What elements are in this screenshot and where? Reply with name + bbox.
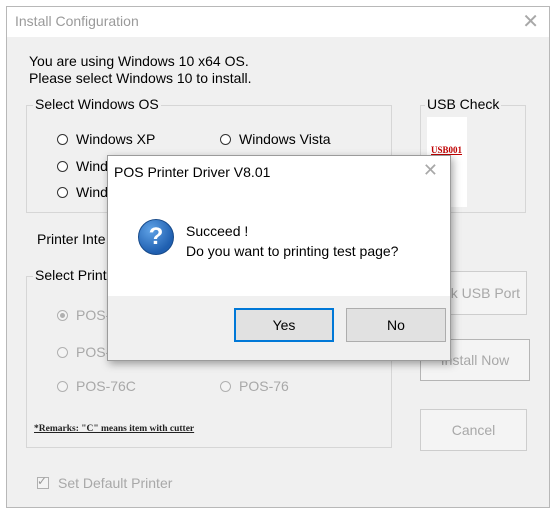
radio-windows-7[interactable]: Wind [57,158,108,174]
radio-label: POS-76 [239,378,289,394]
title-bar: Install Configuration ✕ [7,7,549,37]
radio-circle [57,380,68,392]
group-legend: USB Check [425,96,502,112]
set-default-printer-checkbox[interactable]: ✓ Set Default Printer [37,474,173,491]
radio-label: POS- [76,344,111,360]
cancel-button[interactable]: Cancel [420,409,527,451]
radio-circle [57,309,68,321]
radio-pos-76[interactable]: POS-76 [220,378,289,394]
dialog-message-title: Succeed ! [186,223,249,239]
radio-printer-1[interactable]: POS- [57,307,110,323]
window-title: Install Configuration [15,13,139,29]
radio-circle [220,133,231,145]
radio-circle [220,380,231,392]
radio-circle [57,346,68,358]
radio-circle [57,160,68,172]
radio-printer-2[interactable]: POS- [57,344,110,360]
dialog-title: POS Printer Driver V8.01 [114,164,271,180]
question-glyph: ? [148,223,164,250]
usb-port-item[interactable]: USB001 [431,145,462,155]
button-label: Cancel [451,422,496,438]
yes-button[interactable]: Yes [234,308,334,342]
checkbox-box: ✓ [37,474,49,489]
radio-label: Windows XP [76,131,156,147]
printer-interface-label: Printer Inte [37,231,106,247]
close-icon[interactable]: ✕ [522,9,539,33]
radio-label: Windows Vista [239,131,331,147]
group-legend: Select Windows OS [33,96,161,112]
dialog-close-icon[interactable]: ✕ [423,160,438,181]
button-label: k USB Port [450,285,520,301]
radio-circle [57,186,68,198]
radio-label: Wind [76,184,108,200]
radio-windows-xp[interactable]: Windows XP [57,131,155,147]
group-legend: Select Printe [33,267,117,283]
question-icon: ? [138,219,174,255]
remarks-note: *Remarks: "C" means item with cutter [34,424,195,434]
radio-windows-vista[interactable]: Windows Vista [220,131,331,147]
dialog-button-bar: Yes No [108,296,450,360]
button-label: Yes [272,317,296,333]
pos-printer-driver-dialog: POS Printer Driver V8.01 ✕ ? Succeed ! D… [107,155,451,361]
checkbox-label: Set Default Printer [58,475,173,491]
dialog-message-body: Do you want to printing test page? [186,243,399,259]
os-info-line1: You are using Windows 10 x64 OS. [29,53,249,69]
button-label: No [387,317,405,333]
os-info-line2: Please select Windows 10 to install. [29,70,252,86]
radio-windows-10[interactable]: Wind [57,184,108,200]
radio-pos-76c[interactable]: POS-76C [57,378,136,394]
checkmark-icon: ✓ [37,474,48,488]
button-label: Install Now [440,352,510,368]
no-button[interactable]: No [346,308,446,342]
radio-label: Wind [76,158,108,174]
radio-circle [57,133,68,145]
radio-label: POS-76C [76,378,136,394]
radio-label: POS- [76,307,111,323]
